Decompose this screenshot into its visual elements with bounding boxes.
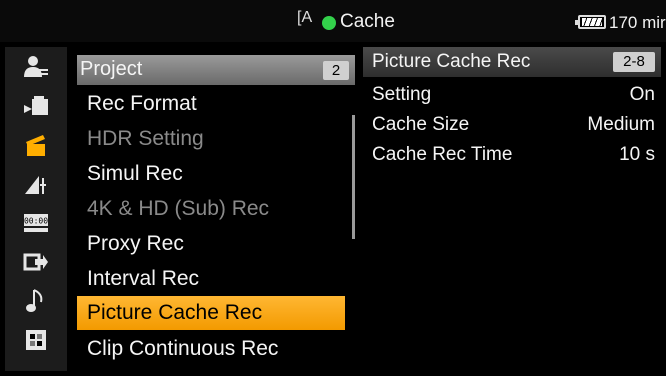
detail-row-setting: Setting On xyxy=(372,84,655,112)
sidebar: 00:00 xyxy=(5,47,67,371)
detail-page-badge: 2-8 xyxy=(613,52,655,72)
system-icon[interactable] xyxy=(5,324,67,356)
record-status-dot xyxy=(322,16,336,30)
detail-value: 10 s xyxy=(619,144,655,165)
menu-item-hdr-setting[interactable]: HDR Setting xyxy=(77,122,345,156)
clapperboard-icon[interactable] xyxy=(5,129,67,161)
svg-text:00:00: 00:00 xyxy=(24,217,48,226)
camera-icon[interactable] xyxy=(5,90,67,122)
battery-icon xyxy=(575,15,606,29)
detail-header: Picture Cache Rec 2-8 xyxy=(363,47,661,77)
detail-key: Cache Rec Time xyxy=(372,144,513,165)
menu-item-4k-hd-sub-rec[interactable]: 4K & HD (Sub) Rec xyxy=(77,192,345,226)
detail-key: Setting xyxy=(372,84,432,105)
detail-row-cache-rec-time: Cache Rec Time 10 s xyxy=(372,144,655,172)
menu-item-rec-format[interactable]: Rec Format xyxy=(77,87,345,121)
detail-value: On xyxy=(629,84,655,105)
remaining-time: 170 mir xyxy=(609,13,666,32)
menu-item-proxy-rec[interactable]: Proxy Rec xyxy=(77,227,345,261)
status-title: Cache xyxy=(340,11,395,32)
menu-scrollbar[interactable] xyxy=(352,115,355,239)
status-bar: [A Cache 170 mir xyxy=(0,0,666,42)
menu-item-clip-continuous-rec[interactable]: Clip Continuous Rec xyxy=(77,332,345,366)
mode-indicator-icon: [A xyxy=(297,9,313,26)
detail-title: Picture Cache Rec xyxy=(372,51,531,72)
menu-list: Project 2 Rec Format HDR Setting Simul R… xyxy=(77,47,355,371)
menu-item-simul-rec[interactable]: Simul Rec xyxy=(77,157,345,191)
tc-media-icon[interactable] xyxy=(5,168,67,200)
detail-panel: Picture Cache Rec 2-8 Setting On Cache S… xyxy=(363,47,661,371)
detail-value: Medium xyxy=(587,114,655,135)
menu-item-picture-cache-rec[interactable]: Picture Cache Rec xyxy=(77,296,345,330)
user-settings-icon[interactable] xyxy=(5,51,67,83)
timecode-icon[interactable]: 00:00 xyxy=(5,207,67,239)
menu-page-badge: 2 xyxy=(323,61,349,80)
detail-key: Cache Size xyxy=(372,114,470,135)
audio-icon[interactable] xyxy=(5,285,67,317)
menu-category-label: Project xyxy=(80,58,143,80)
menu-item-interval-rec[interactable]: Interval Rec xyxy=(77,262,345,296)
menu-category-header: Project 2 xyxy=(77,55,355,85)
output-icon[interactable] xyxy=(5,246,67,278)
detail-row-cache-size: Cache Size Medium xyxy=(372,114,655,142)
